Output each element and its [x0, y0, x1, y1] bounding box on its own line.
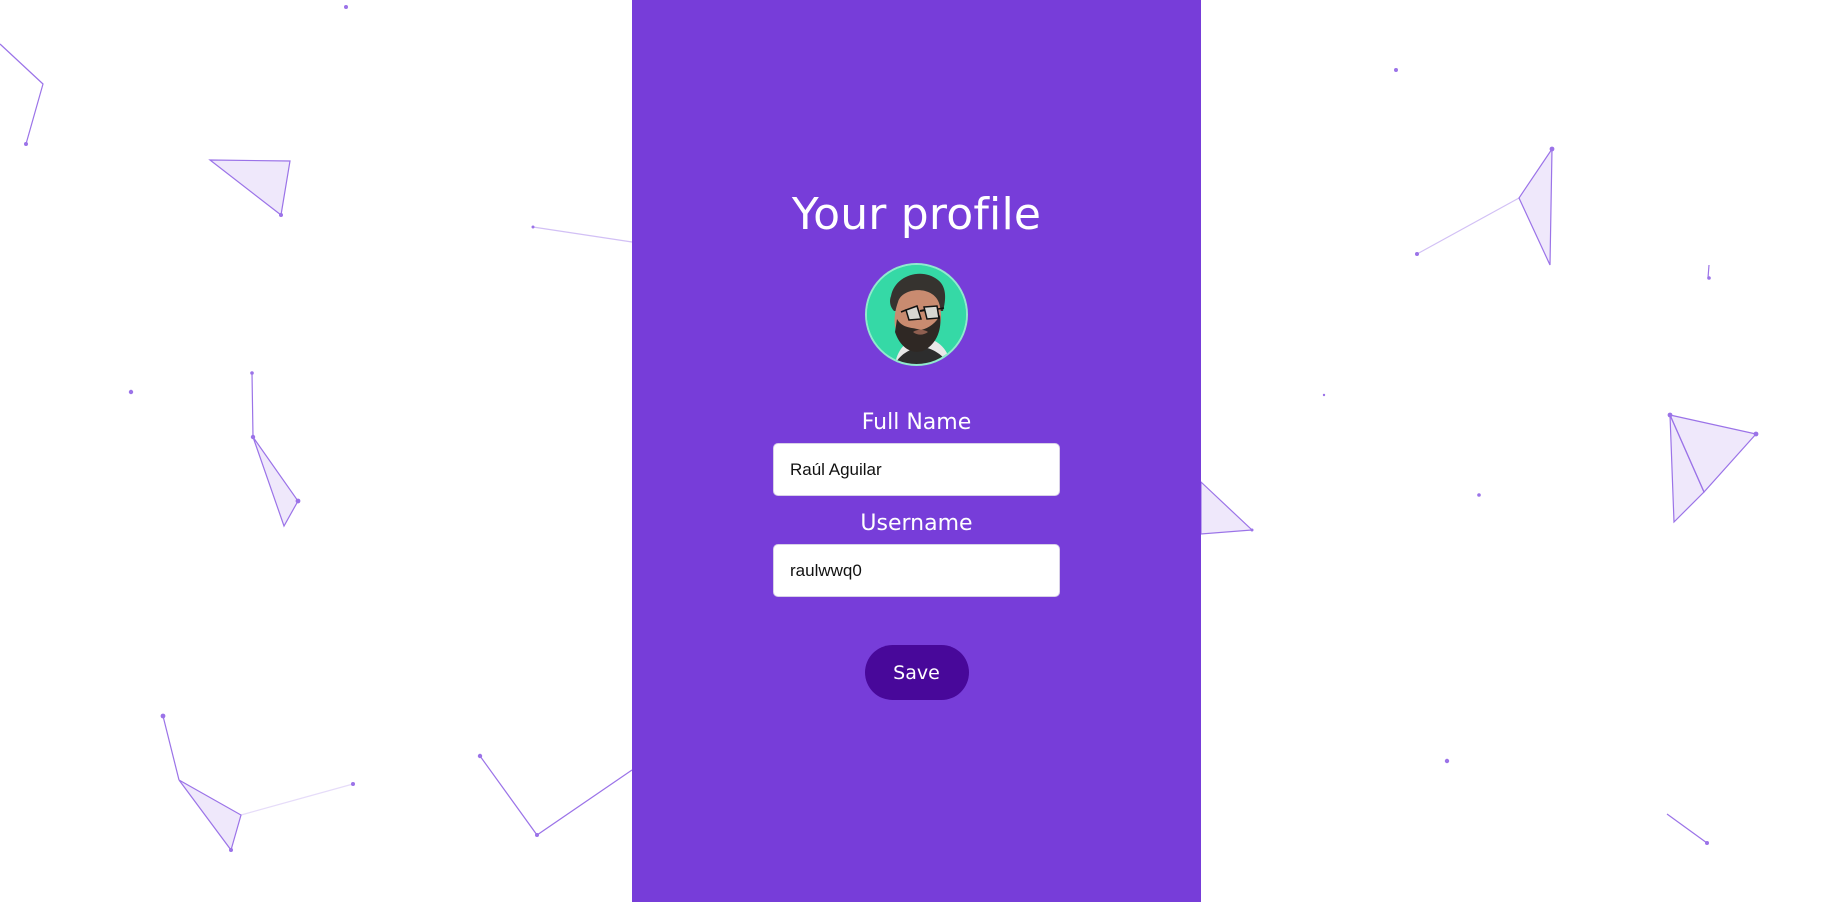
bearded-man-avatar-icon: [867, 265, 966, 364]
profile-panel: Your profile Full Name Raúl Aguilar User…: [632, 0, 1201, 902]
full-name-input[interactable]: [773, 443, 1060, 496]
profile-form: Full Name Username Save: [773, 409, 1060, 700]
username-label: Username: [860, 511, 973, 536]
page-title: Your profile: [791, 189, 1042, 240]
username-input[interactable]: [773, 544, 1060, 597]
full-name-label: Full Name: [861, 410, 972, 435]
avatar: [865, 263, 968, 366]
profile-page: Your profile Full Name Raúl Aguilar User…: [0, 0, 1834, 902]
full-name-field: Full Name: [773, 409, 1060, 496]
username-field: Username: [773, 510, 1060, 597]
save-button[interactable]: Save: [864, 645, 969, 700]
